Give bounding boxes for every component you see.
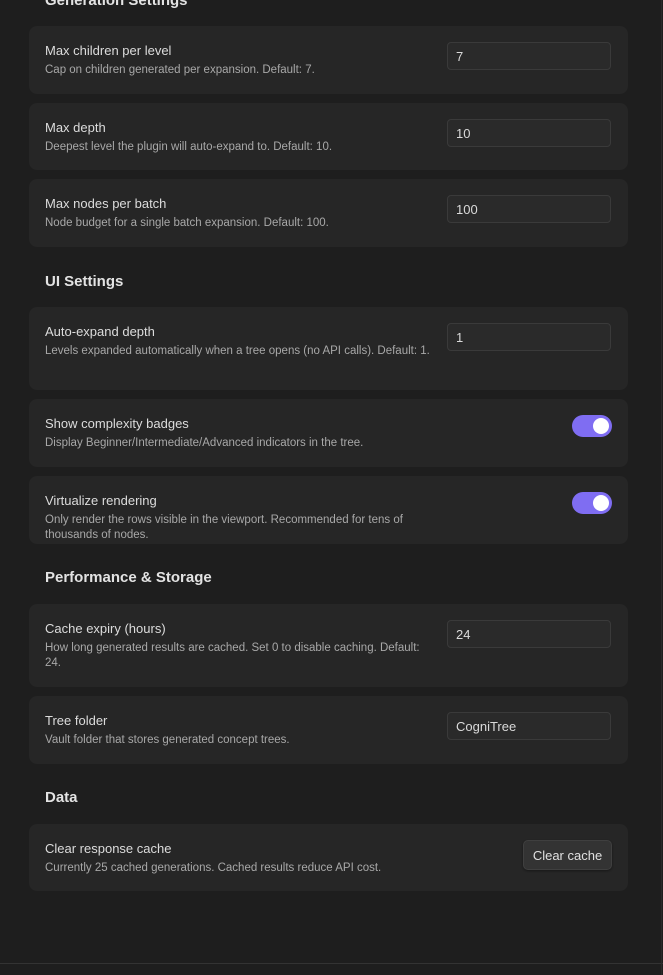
- setting-name: Max children per level: [45, 43, 172, 58]
- auto-expand-input[interactable]: [447, 323, 611, 351]
- setting-name: Max depth: [45, 120, 106, 135]
- setting-description: Levels expanded automatically when a tre…: [45, 345, 430, 357]
- max-children-input[interactable]: [447, 42, 611, 70]
- section-title-data: Data: [45, 789, 78, 806]
- setting-max-nodes: Max nodes per batch Node budget for a si…: [29, 179, 628, 247]
- toggle-knob: [593, 495, 609, 511]
- setting-max-children: Max children per level Cap on children g…: [29, 26, 628, 94]
- divider: [0, 963, 663, 964]
- section-title-ui: UI Settings: [45, 273, 124, 290]
- setting-name: Auto-expand depth: [45, 324, 155, 339]
- setting-name: Show complexity badges: [45, 416, 189, 431]
- setting-tree-folder: Tree folder Vault folder that stores gen…: [29, 696, 628, 764]
- setting-description: How long generated results are cached. S…: [45, 642, 420, 669]
- setting-name: Clear response cache: [45, 841, 172, 856]
- setting-name: Cache expiry (hours): [45, 621, 166, 636]
- setting-virtualize: Virtualize rendering Only render the row…: [29, 476, 628, 544]
- setting-description: Vault folder that stores generated conce…: [45, 734, 290, 746]
- clear-cache-button[interactable]: Clear cache: [523, 840, 612, 870]
- setting-auto-expand: Auto-expand depth Levels expanded automa…: [29, 307, 628, 390]
- setting-complexity-badges: Show complexity badges Display Beginner/…: [29, 399, 628, 467]
- setting-description: Node budget for a single batch expansion…: [45, 217, 329, 229]
- toggle-knob: [593, 418, 609, 434]
- scrollbar-track[interactable]: [661, 0, 662, 975]
- setting-max-depth: Max depth Deepest level the plugin will …: [29, 103, 628, 170]
- section-title-performance: Performance & Storage: [45, 569, 212, 586]
- setting-name: Max nodes per batch: [45, 196, 167, 211]
- setting-name: Virtualize rendering: [45, 493, 157, 508]
- setting-description: Only render the rows visible in the view…: [45, 514, 403, 541]
- setting-description: Currently 25 cached generations. Cached …: [45, 862, 382, 874]
- cache-expiry-input[interactable]: [447, 620, 611, 648]
- setting-description: Cap on children generated per expansion.…: [45, 64, 315, 76]
- max-depth-input[interactable]: [447, 119, 611, 147]
- complexity-badges-toggle[interactable]: [572, 415, 612, 437]
- setting-cache-expiry: Cache expiry (hours) How long generated …: [29, 604, 628, 687]
- setting-clear-cache: Clear response cache Currently 25 cached…: [29, 824, 628, 891]
- section-title-generation: Generation Settings: [45, 0, 188, 9]
- setting-name: Tree folder: [45, 713, 108, 728]
- tree-folder-input[interactable]: [447, 712, 611, 740]
- virtualize-toggle[interactable]: [572, 492, 612, 514]
- setting-description: Deepest level the plugin will auto-expan…: [45, 141, 333, 153]
- setting-description: Display Beginner/Intermediate/Advanced i…: [45, 437, 364, 449]
- max-nodes-input[interactable]: [447, 195, 611, 223]
